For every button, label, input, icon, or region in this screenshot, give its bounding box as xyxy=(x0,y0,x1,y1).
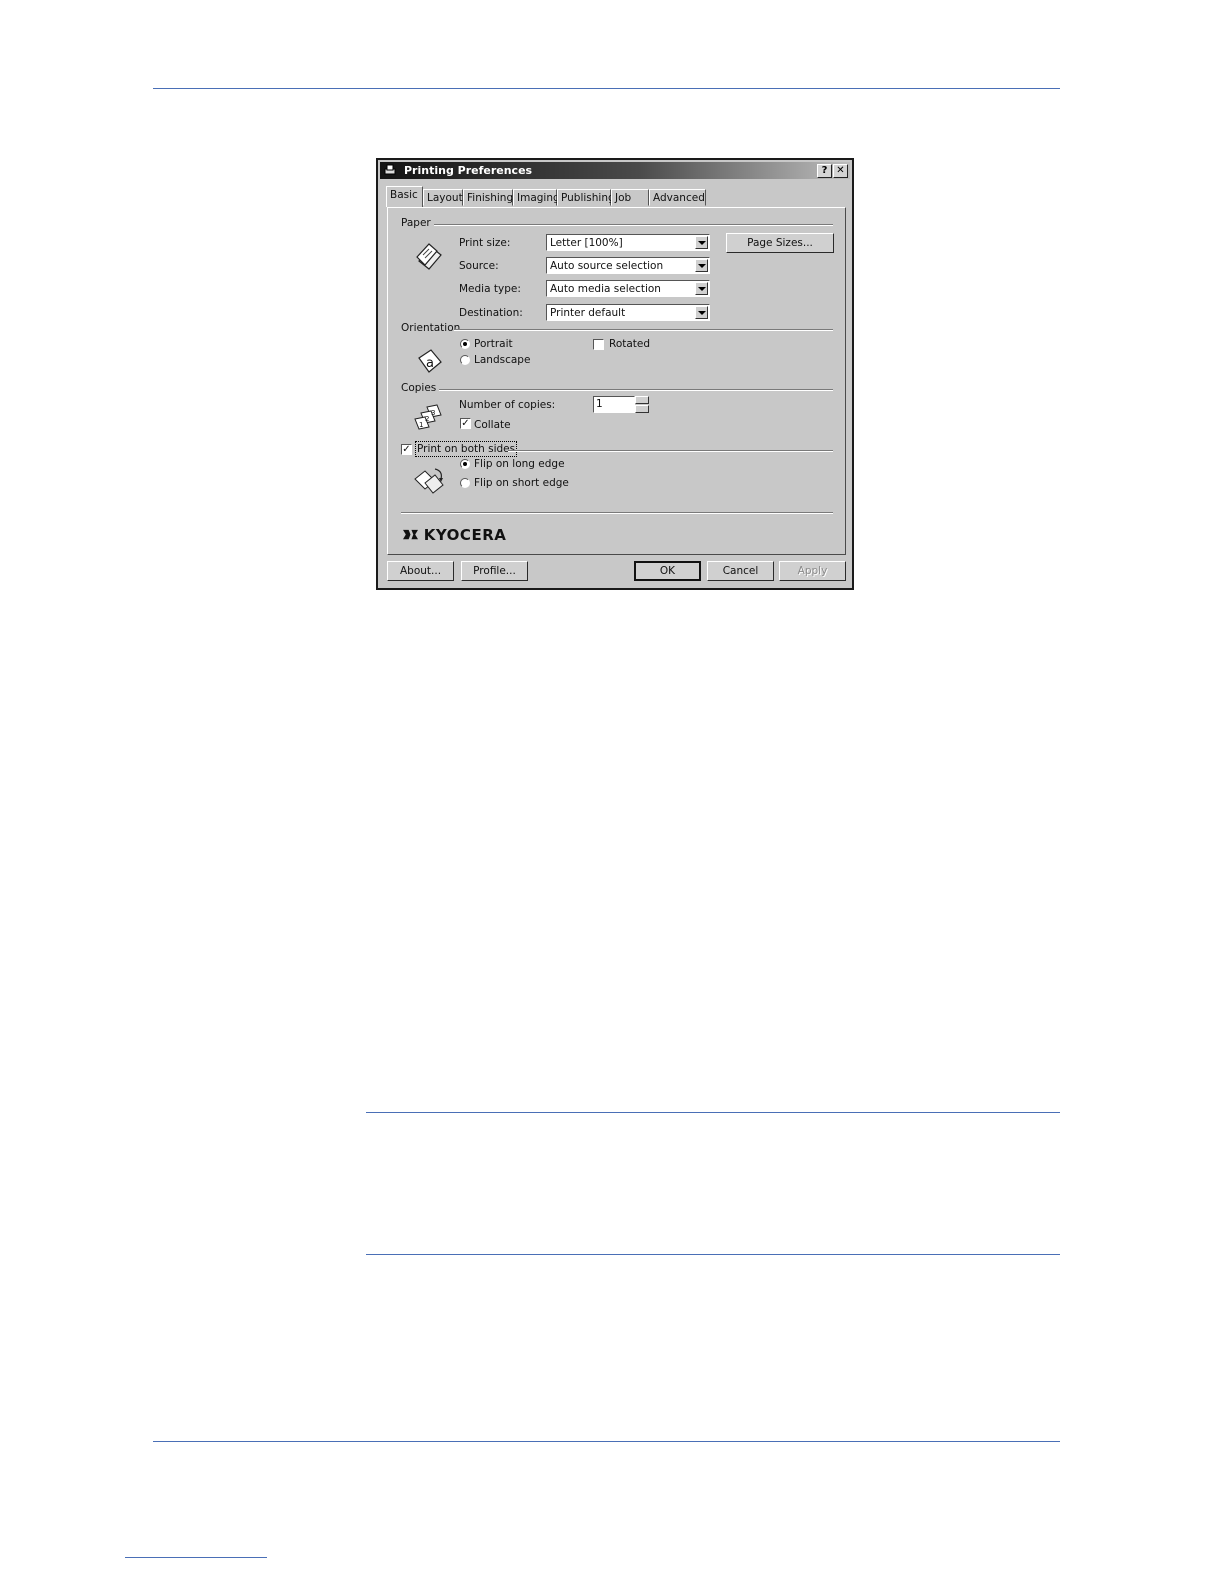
flip-short-edge-label[interactable]: Flip on short edge xyxy=(474,477,569,489)
basic-tab-panel: Paper Print size: Letter [100%] Page Siz… xyxy=(387,207,846,555)
tab-publishing[interactable]: Publishing xyxy=(557,189,615,206)
tab-advanced[interactable]: Advanced xyxy=(649,189,706,206)
kyocera-logo: KYOCERA xyxy=(403,526,506,544)
svg-text:2: 2 xyxy=(425,415,429,423)
rotated-label[interactable]: Rotated xyxy=(609,338,650,350)
about-button[interactable]: About... xyxy=(387,561,454,581)
chevron-down-icon[interactable] xyxy=(695,236,708,249)
source-label: Source: xyxy=(459,260,499,272)
copies-divider xyxy=(439,389,833,391)
portrait-radio[interactable] xyxy=(460,339,470,349)
collate-checkbox[interactable]: ✓ xyxy=(460,418,471,429)
svg-text:3: 3 xyxy=(431,409,435,417)
kyocera-logo-text: KYOCERA xyxy=(423,526,507,544)
svg-text:1: 1 xyxy=(419,421,423,429)
orientation-divider xyxy=(454,329,833,331)
print-size-label: Print size: xyxy=(459,237,511,249)
source-value: Auto source selection xyxy=(550,260,664,272)
tab-imaging[interactable]: Imaging xyxy=(513,189,560,206)
media-type-value: Auto media selection xyxy=(550,283,661,295)
chevron-down-icon[interactable] xyxy=(695,259,708,272)
tab-finishing[interactable]: Finishing xyxy=(463,189,513,206)
spin-down-button[interactable] xyxy=(635,405,649,413)
profile-button[interactable]: Profile... xyxy=(461,561,528,581)
tab-basic[interactable]: Basic xyxy=(386,186,423,207)
note-top-rule xyxy=(366,1112,1060,1113)
header-rule xyxy=(153,88,1060,89)
landscape-radio[interactable] xyxy=(460,355,470,365)
spin-up-button[interactable] xyxy=(635,396,649,404)
print-size-value: Letter [100%] xyxy=(550,237,623,249)
close-button[interactable]: ✕ xyxy=(833,164,848,178)
paper-group-label: Paper xyxy=(401,217,431,229)
apply-button[interactable]: Apply xyxy=(779,561,846,581)
copies-input[interactable]: 1 xyxy=(593,396,635,413)
print-size-select[interactable]: Letter [100%] xyxy=(546,234,710,251)
help-button[interactable]: ? xyxy=(817,164,832,178)
printer-icon xyxy=(384,164,396,175)
portrait-label[interactable]: Portrait xyxy=(474,338,513,350)
footer-rule xyxy=(153,1441,1060,1442)
source-select[interactable]: Auto source selection xyxy=(546,257,710,274)
svg-text:a: a xyxy=(426,356,434,371)
paper-icon xyxy=(416,243,442,270)
duplex-divider xyxy=(508,450,833,452)
tab-layout[interactable]: Layout xyxy=(423,189,463,206)
landscape-label[interactable]: Landscape xyxy=(474,354,530,366)
footer-link-rule xyxy=(125,1557,267,1558)
page-sizes-button[interactable]: Page Sizes... xyxy=(726,233,834,253)
kyocera-mark-icon xyxy=(403,529,418,540)
print-on-both-sides-label[interactable]: Print on both sides xyxy=(414,441,518,457)
brand-divider xyxy=(401,512,833,514)
flip-long-edge-radio[interactable] xyxy=(460,459,470,469)
cancel-button[interactable]: Cancel xyxy=(707,561,774,581)
ok-button[interactable]: OK xyxy=(634,561,701,581)
media-type-select[interactable]: Auto media selection xyxy=(546,280,710,297)
print-on-both-sides-checkbox[interactable]: ✓ xyxy=(401,444,412,455)
orientation-group-label: Orientation xyxy=(401,322,461,334)
rotated-checkbox[interactable] xyxy=(593,339,604,350)
destination-value: Printer default xyxy=(550,307,626,319)
tab-job[interactable]: Job xyxy=(611,189,649,206)
paper-divider xyxy=(434,224,833,226)
chevron-down-icon[interactable] xyxy=(695,306,708,319)
copies-spinner[interactable]: 1 xyxy=(593,396,651,413)
destination-label: Destination: xyxy=(459,307,523,319)
note-bottom-rule xyxy=(366,1254,1060,1255)
copies-icon: 1 2 3 xyxy=(414,404,442,430)
flip-long-edge-label[interactable]: Flip on long edge xyxy=(474,458,565,470)
title-bar: Printing Preferences ? ✕ xyxy=(380,162,850,179)
media-type-label: Media type: xyxy=(459,283,521,295)
duplex-icon xyxy=(414,468,444,494)
number-of-copies-label: Number of copies: xyxy=(459,399,556,411)
collate-label[interactable]: Collate xyxy=(474,419,511,431)
copies-group-label: Copies xyxy=(401,382,437,394)
destination-select[interactable]: Printer default xyxy=(546,304,710,321)
dialog-title: Printing Preferences xyxy=(404,164,533,177)
chevron-down-icon[interactable] xyxy=(695,282,708,295)
printing-preferences-dialog: Printing Preferences ? ✕ Basic Layout Fi… xyxy=(376,158,854,590)
portrait-page-icon: a xyxy=(418,349,442,373)
flip-short-edge-radio[interactable] xyxy=(460,478,470,488)
